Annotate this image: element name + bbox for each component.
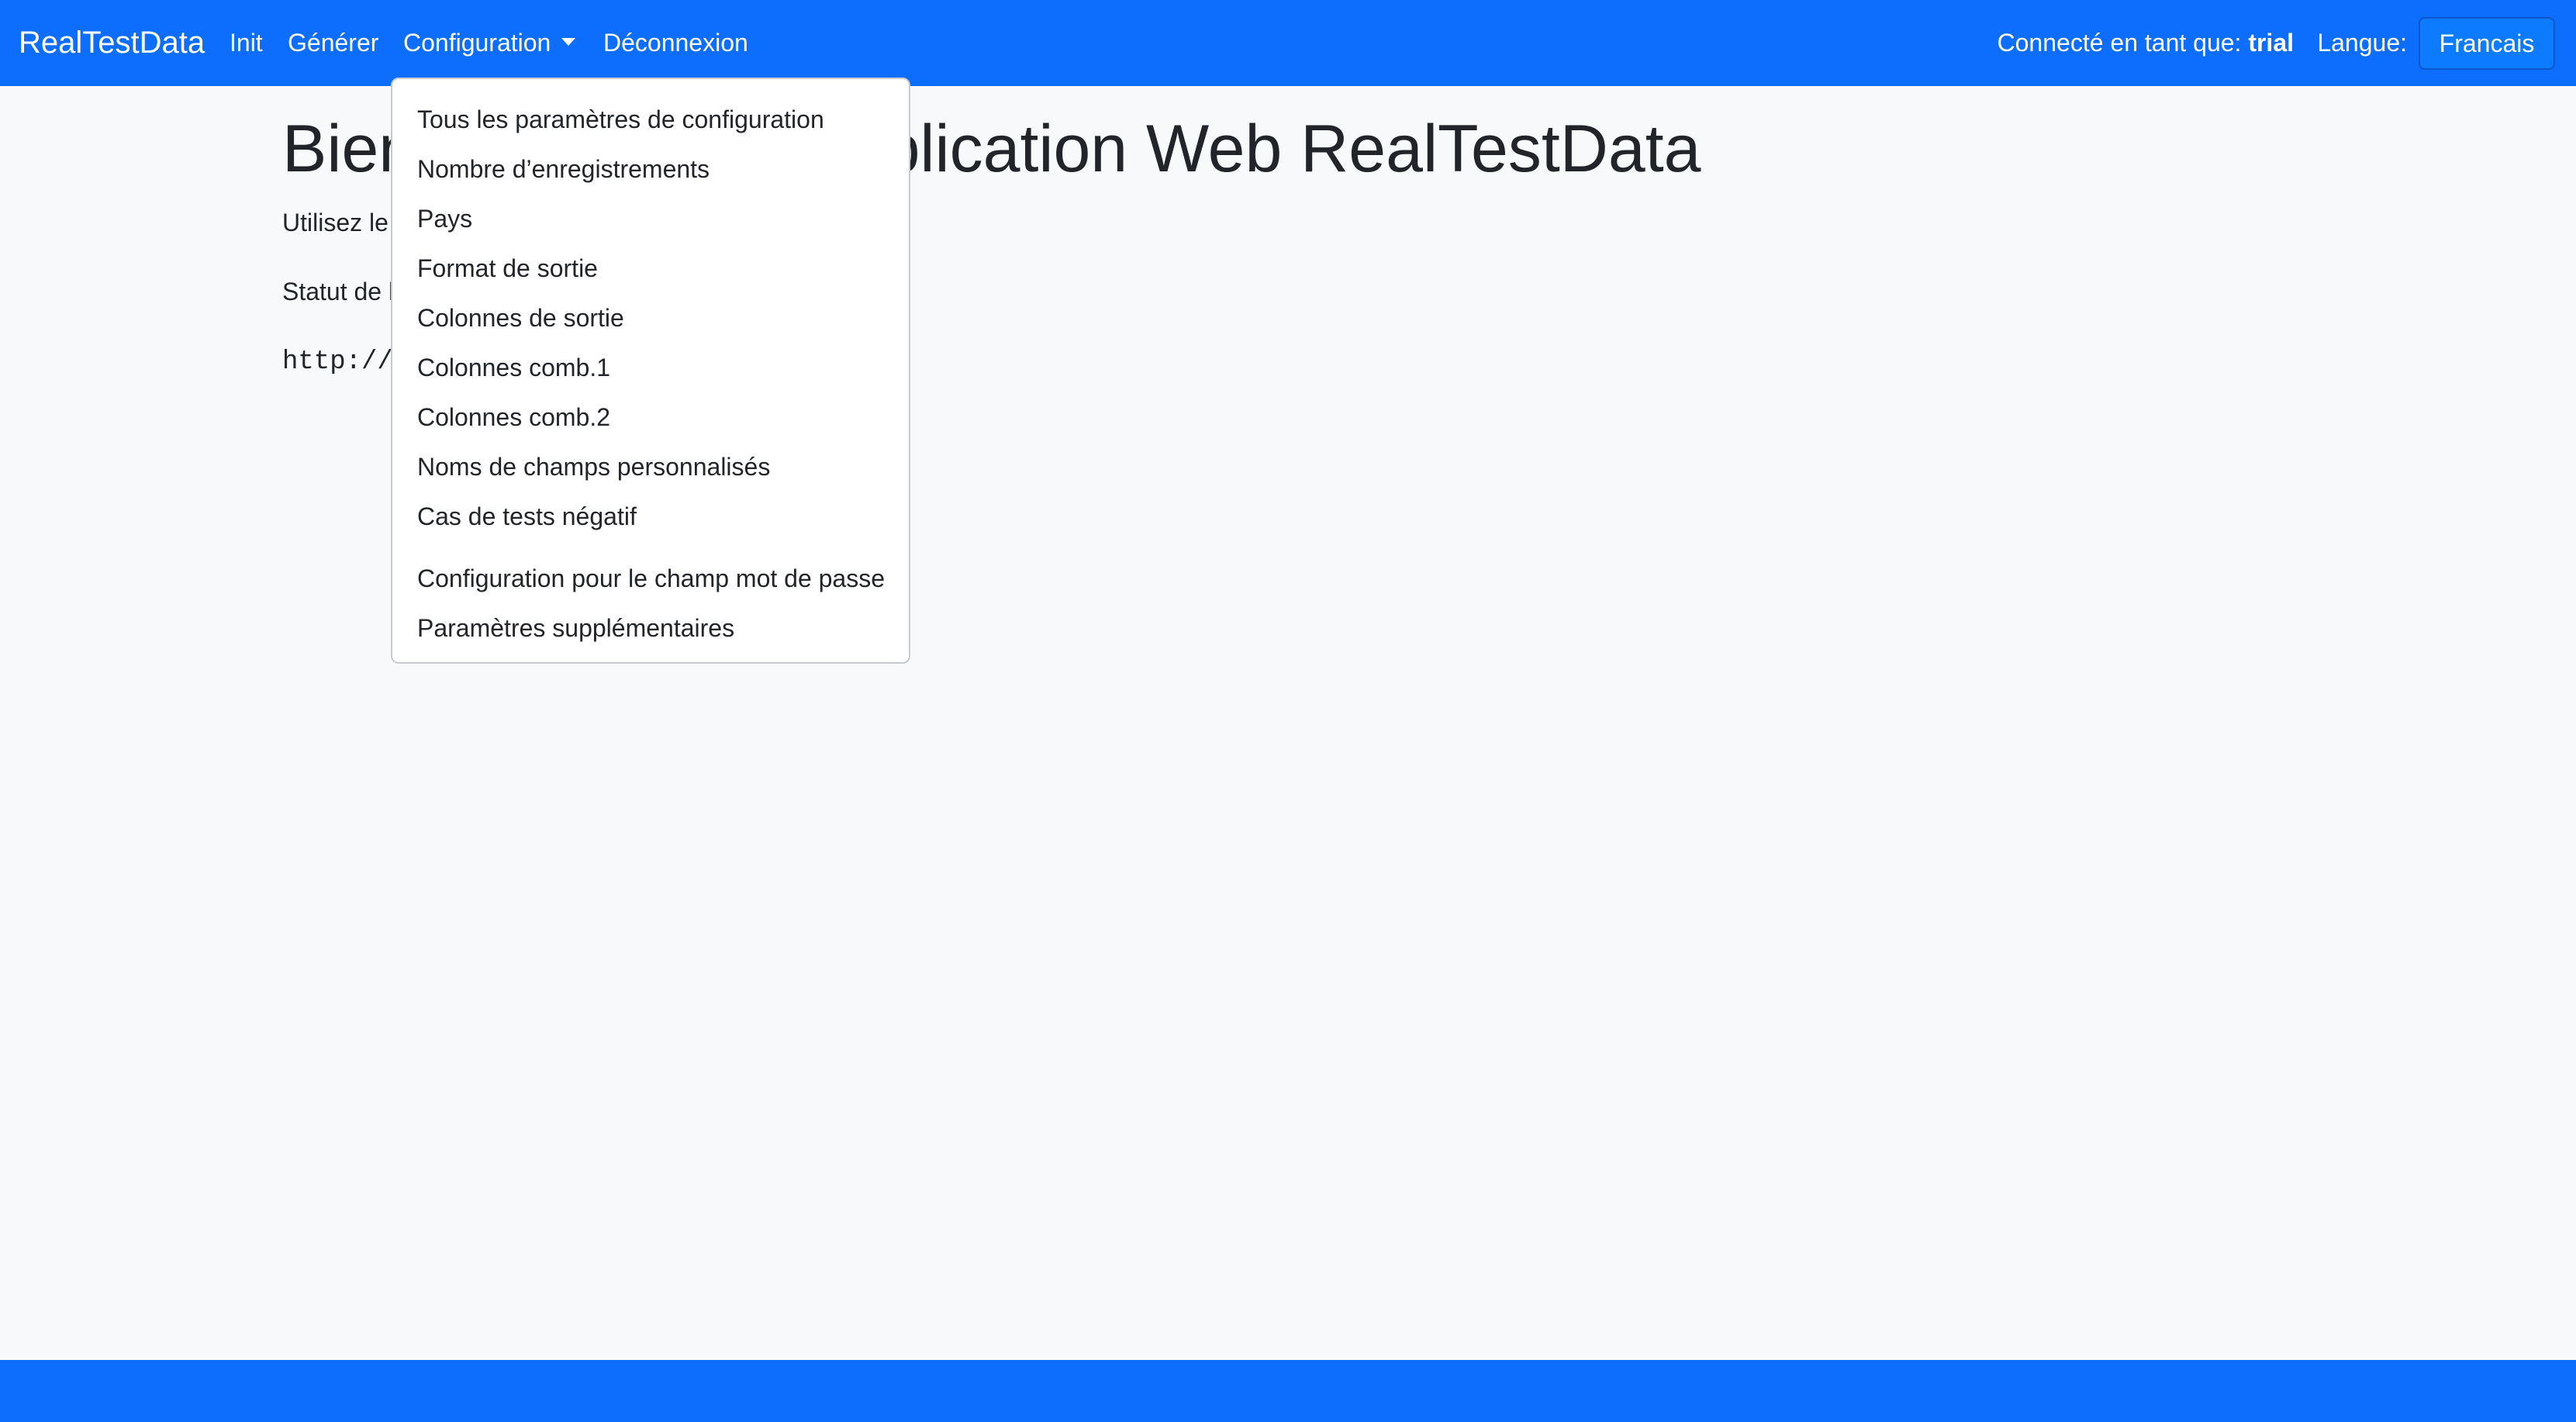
top-navbar: RealTestData Init Générer Configuration …	[0, 0, 2576, 86]
logged-in-status: Connecté en tant que: trial	[1998, 26, 2294, 59]
logged-in-user: trial	[2248, 29, 2294, 57]
nav-init[interactable]: Init	[230, 26, 263, 59]
language-label: Langue:	[2317, 29, 2407, 57]
caret-down-icon	[561, 37, 576, 46]
dropdown-divider	[392, 541, 909, 554]
dropdown-item-extra-settings[interactable]: Paramètres supplémentaires	[392, 603, 909, 653]
dropdown-item-custom-field-names[interactable]: Noms de champs personnalisés	[392, 442, 909, 492]
logged-in-label: Connecté en tant que:	[1997, 29, 2242, 57]
configuration-dropdown-menu: Tous les paramètres de configuration Nom…	[391, 78, 910, 664]
dropdown-item-negative-tests[interactable]: Cas de tests négatif	[392, 492, 909, 541]
brand-link[interactable]: RealTestData	[19, 22, 205, 64]
dropdown-item-output-columns[interactable]: Colonnes de sortie	[392, 293, 909, 343]
dropdown-item-comb-columns-2[interactable]: Colonnes comb.2	[392, 392, 909, 442]
nav-configuration[interactable]: Configuration	[403, 26, 576, 59]
dropdown-item-password-config[interactable]: Configuration pour le champ mot de passe	[392, 554, 909, 603]
dropdown-item-all-config[interactable]: Tous les paramètres de configuration	[392, 95, 909, 144]
dropdown-item-comb-columns-1[interactable]: Colonnes comb.1	[392, 343, 909, 392]
footer-bar	[0, 1360, 2576, 1422]
nav-generate[interactable]: Générer	[288, 26, 378, 59]
dropdown-item-record-count[interactable]: Nombre d’enregistrements	[392, 144, 909, 194]
language-button[interactable]: Francais	[2419, 17, 2555, 70]
dropdown-item-country[interactable]: Pays	[392, 194, 909, 243]
nav-configuration-label: Configuration	[403, 29, 551, 57]
nav-logout[interactable]: Déconnexion	[603, 26, 748, 59]
dropdown-item-output-format[interactable]: Format de sortie	[392, 243, 909, 293]
